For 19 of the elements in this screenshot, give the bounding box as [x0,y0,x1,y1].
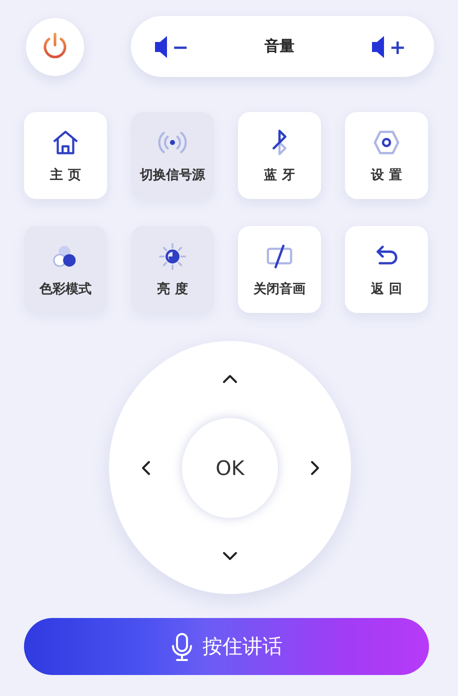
settings-icon [372,128,401,156]
remote-tile[interactable]: 切换信号源 [131,112,214,199]
volume-down-button[interactable]: − [153,34,189,60]
speaker-icon [153,34,169,60]
microphone-icon [170,632,192,662]
screen-off-icon [265,242,294,270]
remote-tile[interactable]: 返 回 [345,226,428,313]
remote-tile[interactable]: 关闭音画 [238,226,321,313]
brightness-icon [158,242,187,270]
remote-tile[interactable]: 色彩模式 [24,226,107,313]
remote-tile[interactable]: 亮 度 [131,226,214,313]
remote-tile[interactable]: 蓝 牙 [238,112,321,199]
volume-label: 音量 [264,37,294,56]
remote-tile[interactable]: 设 置 [345,112,428,199]
ok-button[interactable]: OK [182,418,278,518]
volume-up-button[interactable]: + [370,34,406,60]
push-to-talk-button[interactable]: 按住讲话 [24,618,429,675]
remote-tile[interactable]: 主 页 [24,112,107,199]
speaker-icon [370,34,386,60]
